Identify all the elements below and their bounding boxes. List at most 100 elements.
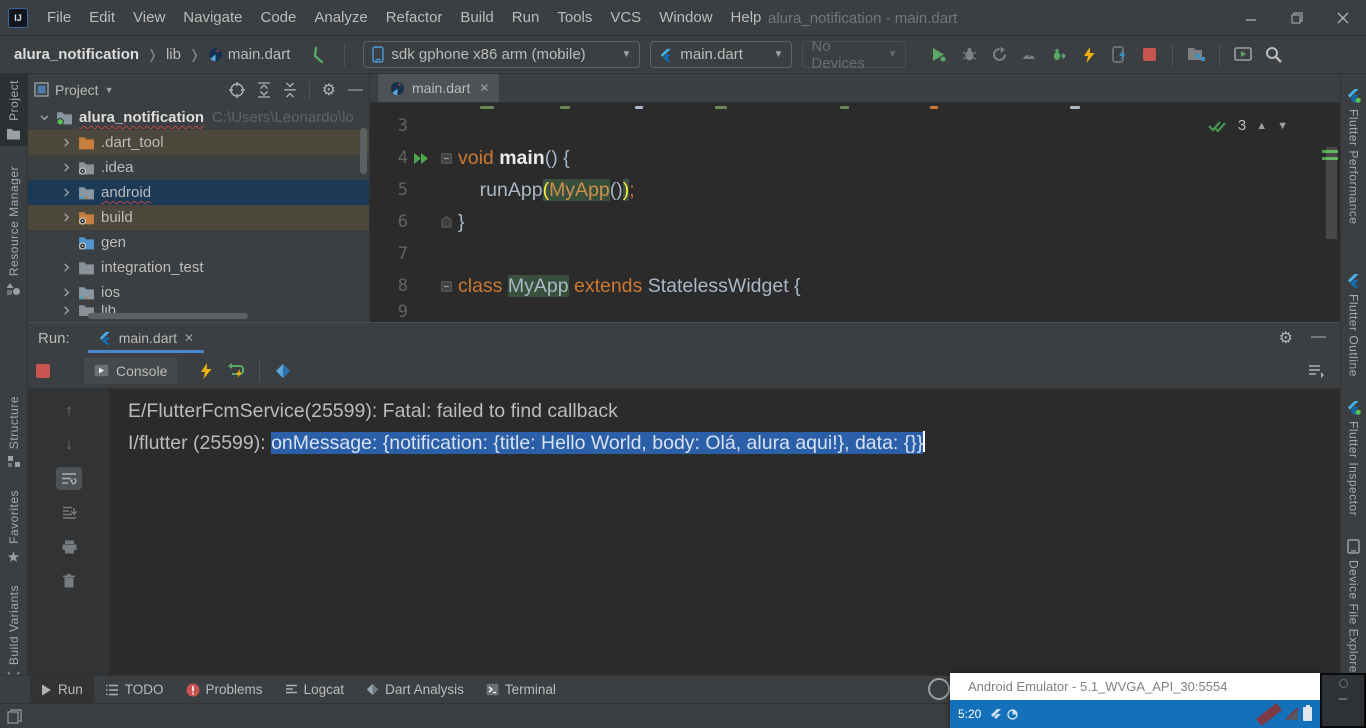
run-button[interactable]	[924, 41, 954, 69]
down-stacktrace-icon[interactable]: ↓	[56, 433, 82, 456]
inspections-widget[interactable]: 3 ▲ ▼	[1208, 117, 1288, 134]
editor-body[interactable]: 34void main() {5 runApp(MyApp());6}78cla…	[370, 103, 1340, 322]
close-tab-icon[interactable]: ✕	[479, 81, 489, 95]
project-view-selector[interactable]: Project ▼	[34, 82, 114, 98]
console-line-1[interactable]: E/FlutterFcmService(25599): Fatal: faile…	[128, 395, 1340, 427]
no-devices-dropdown[interactable]: No Devices ▼	[802, 41, 906, 68]
console-options-icon[interactable]	[1308, 364, 1324, 378]
tree-chevron-icon[interactable]	[58, 163, 74, 172]
tree-row-alura-notification[interactable]: alura_notificationC:\Users\Leonardo\lo	[28, 105, 369, 130]
locate-file-icon[interactable]	[229, 82, 245, 98]
scroll-to-end-icon[interactable]	[56, 501, 82, 524]
project-scrollbar[interactable]	[360, 128, 367, 174]
menu-file[interactable]: File	[38, 0, 80, 36]
tree-row-gen[interactable]: gen	[28, 230, 369, 255]
tree-row-ios[interactable]: ios	[28, 280, 369, 305]
device-restart-button[interactable]	[1104, 41, 1134, 69]
menu-navigate[interactable]: Navigate	[174, 0, 251, 36]
tree-chevron-icon[interactable]	[36, 113, 52, 122]
power-icon[interactable]	[1339, 679, 1348, 688]
avd-manager-icon[interactable]	[1228, 41, 1258, 69]
toolwindow-button-todo[interactable]: TODO	[94, 676, 175, 704]
hot-reload-button[interactable]	[1074, 41, 1104, 69]
tree-row-idea[interactable]: .idea	[28, 155, 369, 180]
code-line-3[interactable]: 3	[370, 110, 1340, 142]
stripe-button-project[interactable]: Project	[0, 74, 27, 146]
stripe-button-favorites[interactable]: Favorites★	[7, 484, 21, 571]
tree-chevron-icon[interactable]	[58, 288, 74, 297]
clear-console-icon[interactable]	[56, 569, 82, 592]
stripe-button-flutter-performance[interactable]: Flutter Performance	[1346, 82, 1361, 231]
console-line-2[interactable]: I/flutter (25599): onMessage: {notificat…	[128, 427, 1340, 459]
tree-chevron-icon[interactable]	[58, 138, 74, 147]
toolwindow-button-logcat[interactable]: Logcat	[274, 676, 356, 704]
editor-scrollbar[interactable]	[1326, 147, 1337, 239]
stripe-button-flutter-inspector[interactable]: Flutter Inspector	[1346, 394, 1361, 522]
tree-chevron-icon[interactable]	[58, 306, 74, 315]
tree-chevron-icon[interactable]	[58, 263, 74, 272]
breadcrumb-lib[interactable]: lib	[166, 46, 181, 63]
prev-problem-icon[interactable]: ▲	[1256, 120, 1267, 132]
menu-run[interactable]: Run	[503, 0, 549, 36]
menu-refactor[interactable]: Refactor	[377, 0, 452, 36]
emulator-side-toolbar[interactable]: –	[1320, 673, 1366, 728]
run-tab-main-dart[interactable]: main.dart ✕	[88, 323, 204, 353]
restore-icon[interactable]	[1274, 0, 1320, 36]
breadcrumb-project[interactable]: alura_notification	[14, 46, 139, 63]
device-selector-dropdown[interactable]: sdk gphone x86 arm (mobile) ▼	[363, 41, 640, 68]
menu-view[interactable]: View	[124, 0, 174, 36]
code-line-8[interactable]: 8class MyApp extends StatelessWidget {	[370, 270, 1340, 302]
console-output[interactable]: E/FlutterFcmService(25599): Fatal: faile…	[110, 389, 1340, 675]
stripe-button-flutter-outline[interactable]: Flutter Outline	[1346, 267, 1361, 383]
menu-tools[interactable]: Tools	[548, 0, 601, 36]
hide-panel-icon[interactable]: —	[348, 81, 363, 98]
stripe-button-structure[interactable]: Structure	[7, 390, 21, 474]
soft-wrap-icon[interactable]	[56, 467, 82, 490]
flutter-attach-button[interactable]	[1044, 41, 1074, 69]
project-hscrollbar[interactable]	[88, 313, 248, 319]
toolwindow-button-problems[interactable]: Problems	[175, 676, 274, 704]
menu-analyze[interactable]: Analyze	[305, 0, 376, 36]
toolwindow-button-run[interactable]: Run	[30, 676, 94, 704]
stop-process-button[interactable]	[36, 364, 50, 378]
code-line-9[interactable]: 9	[370, 302, 1340, 318]
tree-chevron-icon[interactable]	[58, 213, 74, 222]
toolwindow-button-terminal[interactable]: Terminal	[475, 676, 567, 704]
menu-vcs[interactable]: VCS	[601, 0, 650, 36]
hot-restart-icon[interactable]	[221, 357, 251, 385]
expand-all-icon[interactable]	[257, 82, 271, 98]
project-structure-icon[interactable]	[1181, 41, 1211, 69]
menu-window[interactable]: Window	[650, 0, 721, 36]
menu-code[interactable]: Code	[251, 0, 305, 36]
tree-row-integration-test[interactable]: integration_test	[28, 255, 369, 280]
code-line-7[interactable]: 7	[370, 238, 1340, 270]
next-problem-icon[interactable]: ▼	[1277, 120, 1288, 132]
menu-build[interactable]: Build	[451, 0, 502, 36]
up-stacktrace-icon[interactable]: ↑	[56, 399, 82, 422]
tree-row-android[interactable]: android	[28, 180, 369, 205]
tool-window-switcher-icon[interactable]	[7, 709, 22, 724]
stop-button[interactable]	[1134, 41, 1164, 69]
profiler-button[interactable]	[1014, 41, 1044, 69]
hide-panel-icon[interactable]: —	[1311, 328, 1326, 348]
print-icon[interactable]	[56, 535, 82, 558]
stripe-button-build-variants[interactable]: Build Variants	[6, 579, 21, 688]
run-config-dropdown[interactable]: main.dart ▼	[650, 41, 792, 68]
debug-button[interactable]	[954, 41, 984, 69]
tree-row-build[interactable]: build	[28, 205, 369, 230]
breadcrumb-file[interactable]: main.dart	[208, 46, 291, 63]
collapse-all-icon[interactable]	[283, 82, 297, 98]
code-line-4[interactable]: 4void main() {	[370, 142, 1340, 174]
console-tab[interactable]: Console	[84, 358, 177, 384]
code-line-6[interactable]: 6}	[370, 206, 1340, 238]
close-tab-icon[interactable]: ✕	[184, 331, 194, 345]
toolwindow-button-dart-analysis[interactable]: Dart Analysis	[355, 676, 475, 704]
minimize-icon[interactable]	[1228, 0, 1274, 36]
hot-reload-icon[interactable]	[191, 357, 221, 385]
menu-help[interactable]: Help	[722, 0, 771, 36]
stripe-button-resource-manager[interactable]: Resource Manager	[6, 160, 21, 302]
tree-row-dart-tool[interactable]: .dart_tool	[28, 130, 369, 155]
volume-down-icon[interactable]: –	[1339, 690, 1347, 707]
code-line-5[interactable]: 5 runApp(MyApp());	[370, 174, 1340, 206]
flutter-attach-arrow-icon[interactable]	[306, 41, 336, 69]
